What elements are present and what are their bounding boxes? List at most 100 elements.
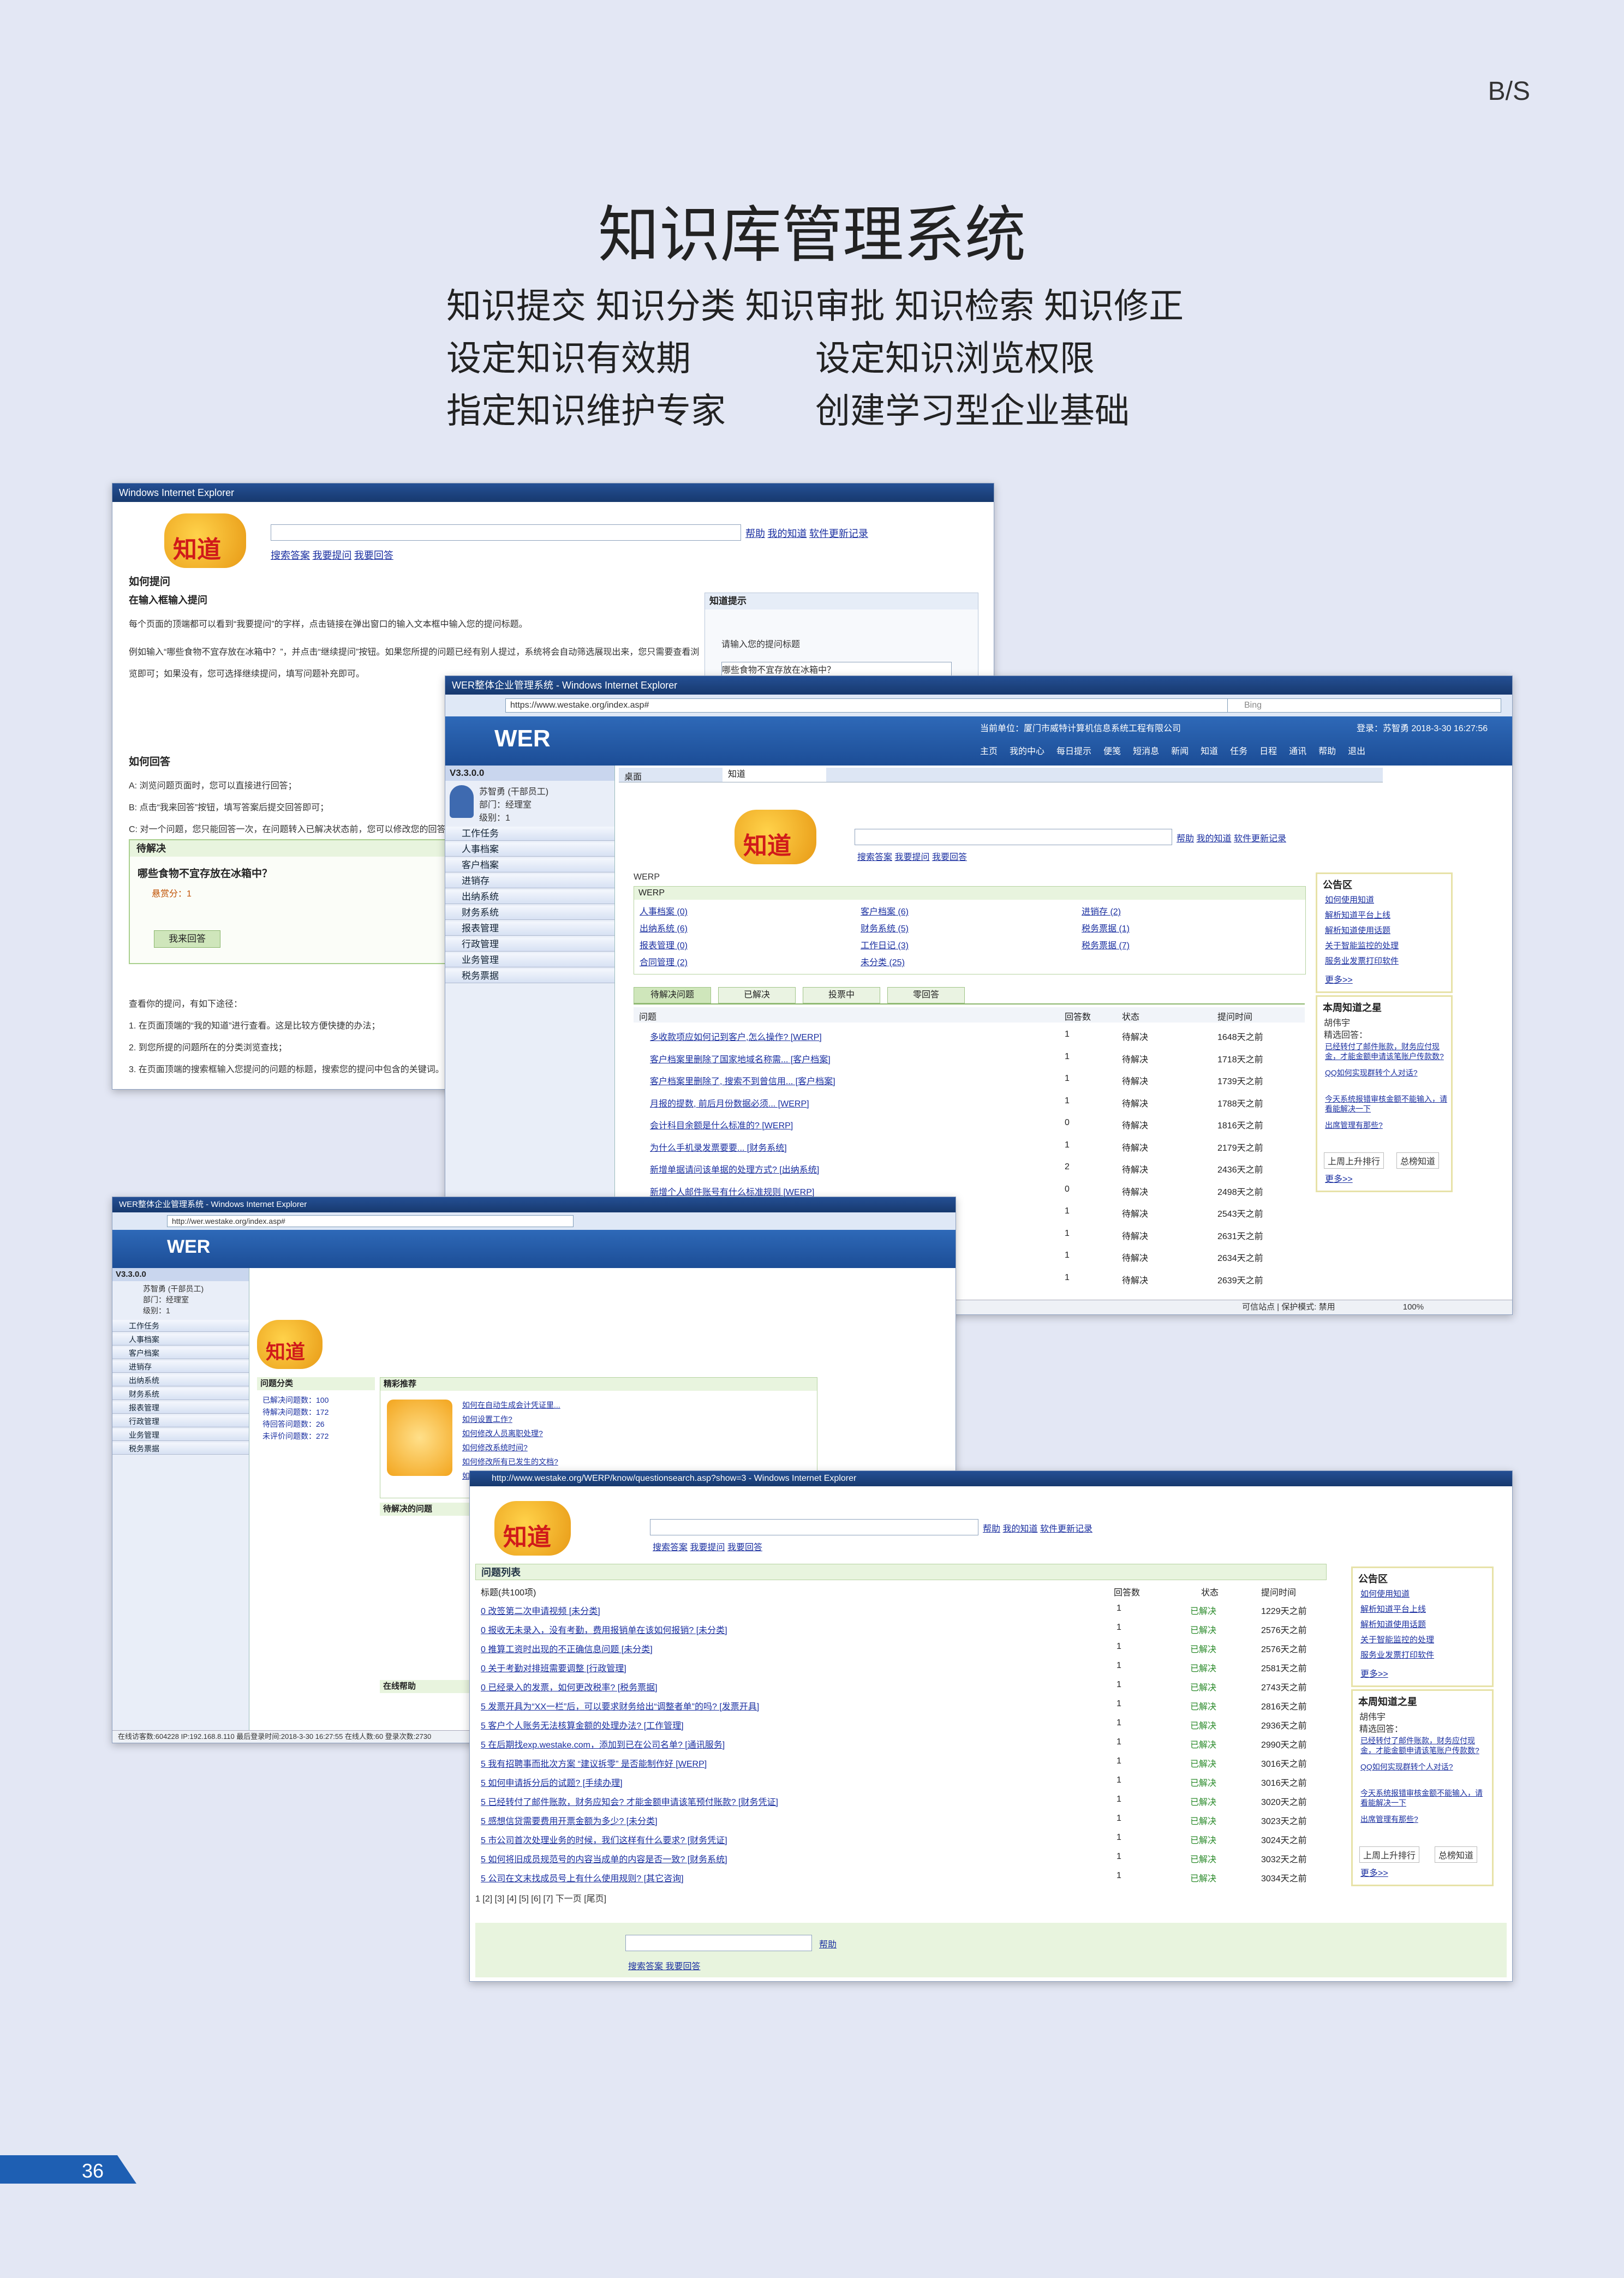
featured-link[interactable]: 如何在自动生成会计凭证里... xyxy=(462,1400,560,1410)
featured-link[interactable]: 如何修改所有已发生的文档? xyxy=(462,1456,558,1467)
question-link[interactable]: 新增个人邮件账号有什么标准规则 [WERP] xyxy=(650,1185,814,1198)
rank-tab-total[interactable]: 总榜知道 xyxy=(1396,1152,1440,1169)
notice-link[interactable]: 关于智能监控的处理 xyxy=(1360,1634,1434,1645)
category-link[interactable]: 税务票据 (7) xyxy=(1082,938,1130,951)
tab-search-answer[interactable]: 搜索答案 xyxy=(857,853,892,862)
link-my-zhidao[interactable]: 我的知道 xyxy=(1196,834,1231,844)
search-input[interactable] xyxy=(650,1519,978,1535)
star-answer-link[interactable]: 出席管理有那些? xyxy=(1360,1814,1483,1824)
tab-ask[interactable]: 我要提问 xyxy=(690,1543,725,1552)
sidebar-item[interactable]: 业务管理 xyxy=(445,953,614,967)
link-help[interactable]: 帮助 xyxy=(1177,834,1194,844)
category-link[interactable]: 人事档案 (0) xyxy=(640,904,688,917)
question-link[interactable]: 5 如何将旧成员规范号的内容当成单的内容是否一致? [财务系统] xyxy=(481,1852,727,1865)
link-my-zhidao[interactable]: 我的知道 xyxy=(1002,1524,1037,1534)
popup-input[interactable]: 哪些食物不宜存放在冰箱中？ xyxy=(721,662,952,677)
answer-button[interactable]: 我来回答 xyxy=(154,930,220,948)
sidebar-item[interactable]: 财务系统 xyxy=(112,1388,249,1400)
question-link[interactable]: 5 如何申请拆分后的试题? [手续办理] xyxy=(481,1775,623,1789)
category-link[interactable]: 未分类 (25) xyxy=(861,955,905,968)
sidebar-item[interactable]: 税务票据 xyxy=(112,1443,249,1455)
question-link[interactable]: 5 在后期找exp.westake.com，添加到已在公司名单? [通讯服务] xyxy=(481,1737,725,1750)
question-link[interactable]: 5 感想信贷需要费用开票金额为多少? [未分类] xyxy=(481,1814,658,1827)
question-link[interactable]: 5 公司在文末找成员号上有什么使用规则? [其它咨询] xyxy=(481,1871,684,1884)
toolbar-item[interactable]: 帮助 xyxy=(1318,747,1336,756)
star-answer-link[interactable]: QQ如何实现群转个人对话? xyxy=(1360,1762,1483,1772)
tab-ask[interactable]: 我要提问 xyxy=(894,853,929,862)
question-link[interactable]: 新增单据请问该单据的处理方式? [出纳系统] xyxy=(650,1162,819,1175)
featured-link[interactable]: 如何修改系统时间? xyxy=(462,1442,528,1453)
link-help[interactable]: 帮助 xyxy=(745,528,765,539)
notice-link[interactable]: 服务业发票打印软件 xyxy=(1325,955,1399,966)
category-link[interactable]: 出纳系统 (6) xyxy=(640,921,688,934)
notice-link[interactable]: 服务业发票打印软件 xyxy=(1360,1649,1434,1660)
question-link[interactable]: 5 发票开具为“XX一栏”后，可以要求财务给出“调整者单”的吗? [发票开具] xyxy=(481,1699,759,1712)
rank-tab-weekly[interactable]: 上周上升排行 xyxy=(1359,1846,1420,1863)
category-link[interactable]: 工作日记 (3) xyxy=(861,938,909,951)
link-help[interactable]: 帮助 xyxy=(983,1524,1000,1534)
more-link[interactable]: 更多>> xyxy=(1325,972,1353,985)
question-link[interactable]: 5 已经转付了邮件账款，财务应知会? 才能金额申请该笔预付账款? [财务凭证] xyxy=(481,1795,778,1808)
search-input[interactable] xyxy=(855,829,1172,845)
question-link[interactable]: 5 市公司首次处理业务的时候，我们这样有什么要求? [财务凭证] xyxy=(481,1833,727,1846)
sidebar-item[interactable]: 工作任务 xyxy=(112,1320,249,1332)
star-answer-link[interactable]: 今天系统报错审核金额不能输入，请看能解决一下 xyxy=(1360,1788,1483,1808)
notice-link[interactable]: 如何使用知道 xyxy=(1325,894,1374,905)
footer-links[interactable]: 搜索答案 我要回答 xyxy=(628,1959,700,1972)
rank-tab-total[interactable]: 总榜知道 xyxy=(1435,1846,1478,1863)
question-link[interactable]: 0 报收无未录入，没有考勤，费用报销单在该如何报销? [未分类] xyxy=(481,1623,727,1636)
sidebar-item[interactable]: 报表管理 xyxy=(112,1402,249,1414)
sidebar-item[interactable]: 出纳系统 xyxy=(445,890,614,904)
notice-link[interactable]: 如何使用知道 xyxy=(1360,1588,1410,1599)
tab-answer[interactable]: 我要回答 xyxy=(727,1543,762,1552)
notice-link[interactable]: 解析知道使用话题 xyxy=(1360,1618,1426,1630)
toolbar-item[interactable]: 新闻 xyxy=(1171,747,1189,756)
toolbar-item[interactable]: 主页 xyxy=(980,747,998,756)
url-field[interactable]: http://wer.westake.org/index.asp# xyxy=(167,1215,574,1227)
sidebar-item[interactable]: 人事档案 xyxy=(112,1334,249,1346)
notice-link[interactable]: 解析知道使用话题 xyxy=(1325,924,1390,936)
toolbar-item[interactable]: 退出 xyxy=(1348,747,1365,756)
footer-help-button[interactable]: 帮助 xyxy=(819,1937,837,1950)
star-answer-link[interactable]: 出席管理有那些? xyxy=(1325,1120,1448,1130)
sidebar-item[interactable]: 财务系统 xyxy=(445,906,614,920)
question-link[interactable]: 月报的提数, 前后月份数据必须... [WERP] xyxy=(650,1096,809,1109)
sidebar-item[interactable]: 人事档案 xyxy=(445,842,614,857)
sidebar-item[interactable]: 工作任务 xyxy=(445,827,614,841)
star-answer-link[interactable]: 已经转付了邮件账款，财务应付现金，才能金额申请该笔账户传款数? xyxy=(1360,1736,1483,1755)
category-link[interactable]: 合同管理 (2) xyxy=(640,955,688,968)
sidebar-item[interactable]: 客户档案 xyxy=(445,858,614,872)
toolbar-item[interactable]: 通讯 xyxy=(1289,747,1306,756)
sidebar-item[interactable]: 业务管理 xyxy=(112,1429,249,1441)
star-answer-link[interactable]: 今天系统报错审核金额不能输入，请看能解决一下 xyxy=(1325,1094,1448,1114)
list-tab[interactable]: 待解决问题 xyxy=(634,987,711,1003)
toolbar-item[interactable]: 日程 xyxy=(1259,747,1277,756)
sidebar-item[interactable]: 客户档案 xyxy=(112,1347,249,1359)
tab-ask[interactable]: 我要提问 xyxy=(312,550,351,561)
link-update-log[interactable]: 软件更新记录 xyxy=(1234,834,1286,844)
toolbar-item[interactable]: 任务 xyxy=(1230,747,1247,756)
link-my-zhidao[interactable]: 我的知道 xyxy=(767,528,807,539)
list-tab[interactable]: 零回答 xyxy=(887,987,965,1003)
question-link[interactable]: 0 关于考勤对排班需要调整 [行政管理] xyxy=(481,1661,626,1674)
notice-link[interactable]: 关于智能监控的处理 xyxy=(1325,940,1399,951)
notice-link[interactable]: 解析知道平台上线 xyxy=(1325,909,1390,920)
question-link[interactable]: 0 推算工资时出现的不正确信息问题 [未分类] xyxy=(481,1642,653,1655)
tab-zhidao[interactable]: 知道 xyxy=(723,768,826,782)
link-update-log[interactable]: 软件更新记录 xyxy=(1040,1524,1092,1534)
question-link[interactable]: 客户档案里删除了, 搜索不到曾信用... [客户档案] xyxy=(650,1074,835,1087)
search-input[interactable] xyxy=(271,524,741,541)
toolbar-item[interactable]: 每日提示 xyxy=(1056,747,1091,756)
sidebar-item[interactable]: 行政管理 xyxy=(445,937,614,952)
tab-search-answer[interactable]: 搜索答案 xyxy=(271,550,310,561)
toolbar-item[interactable]: 知道 xyxy=(1201,747,1218,756)
sidebar-item[interactable]: 行政管理 xyxy=(112,1415,249,1427)
ie-search-field[interactable]: Bing xyxy=(1227,698,1501,713)
star-answer-link[interactable]: QQ如何实现群转个人对话? xyxy=(1325,1068,1448,1078)
toolbar-item[interactable]: 我的中心 xyxy=(1010,747,1044,756)
question-link[interactable]: 0 改签第二次申请视频 [未分类] xyxy=(481,1604,600,1617)
more-link[interactable]: 更多>> xyxy=(1325,1171,1353,1185)
zoom-level[interactable]: 100% xyxy=(1403,1302,1424,1312)
link-update-log[interactable]: 软件更新记录 xyxy=(809,528,868,539)
question-link[interactable]: 为什么手机录发票要要... [财务系统] xyxy=(650,1140,787,1153)
